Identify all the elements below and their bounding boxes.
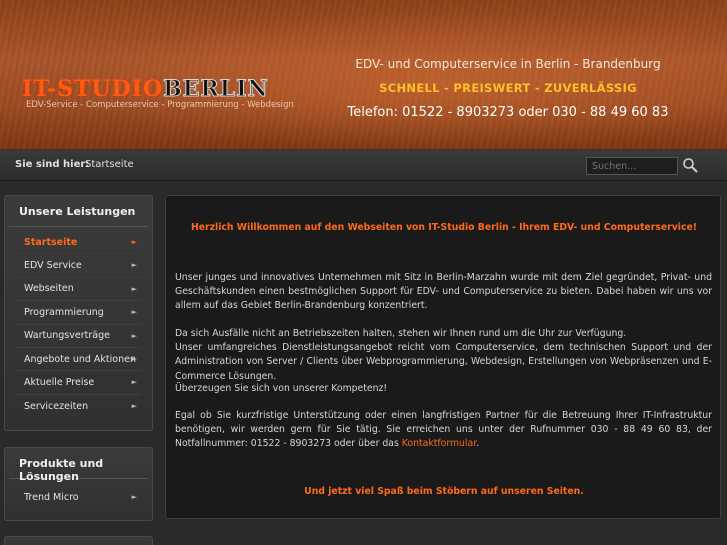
header-phone: Telefon: 01522 - 8903273 oder 030 - 88 4…	[347, 105, 669, 120]
intro-paragraph: Unser junges und innovatives Unternehmen…	[175, 272, 712, 312]
arrow-right-icon: ►	[131, 401, 137, 410]
site-logo[interactable]: IT-STUDIOBERLIN	[22, 76, 269, 103]
breadcrumb-label: Sie sind hier:	[15, 159, 90, 170]
menu-item-startseite[interactable]: Startseite ►	[16, 231, 141, 255]
logo-subtitle: EDV-Service - Computerservice - Programm…	[26, 100, 294, 110]
search-input[interactable]	[586, 157, 678, 175]
competence-paragraph: Überzeugen Sie sich von unserer Kompeten…	[175, 383, 388, 394]
menu-item-trend-micro[interactable]: Trend Micro ►	[16, 486, 141, 509]
menu-item-angebote[interactable]: Angebote und Aktionen ►	[16, 348, 141, 372]
contact-paragraph: Egal ob Sie kurzfristige Unterstützung o…	[175, 409, 712, 452]
menu-item-label: Startseite	[24, 236, 78, 248]
site-header: IT-STUDIOBERLIN EDV-Service - Computerse…	[0, 0, 727, 150]
menu-item-label: Programmierung	[24, 306, 104, 318]
logo-it-text: IT-STUDIO	[22, 76, 164, 102]
arrow-right-icon: ►	[131, 493, 137, 501]
services-paragraph: Da sich Ausfälle nicht an Betriebszeiten…	[175, 327, 712, 384]
menu-item-servicezeiten[interactable]: Servicezeiten ►	[16, 395, 141, 418]
closing-text: Und jetzt viel Spaß beim Stöbern auf uns…	[304, 486, 584, 497]
services-text: Unser umfangreiches Dienstleistungsangeb…	[175, 342, 712, 382]
arrow-right-icon: ►	[131, 354, 137, 363]
menu-item-webseiten[interactable]: Webseiten ►	[16, 278, 141, 302]
arrow-right-icon: ►	[131, 261, 137, 270]
sidebar-box-partial	[4, 536, 153, 545]
contact-form-link[interactable]: Kontaktformular	[402, 438, 476, 449]
arrow-right-icon: ►	[131, 284, 137, 293]
logo-berlin-text: BERLIN	[163, 76, 269, 103]
header-slogan: SCHNELL - PREISWERT - ZUVERLÄSSIG	[379, 81, 637, 95]
menu-item-wartungsvertraege[interactable]: Wartungsverträge ►	[16, 325, 141, 348]
menu-item-label: Angebote und Aktionen	[24, 353, 136, 365]
menu-item-label: Servicezeiten	[24, 400, 89, 412]
menu-item-label: Trend Micro	[24, 492, 79, 504]
breadcrumb-current[interactable]: Startseite	[85, 159, 134, 170]
contact-text-end: .	[476, 438, 480, 450]
services-menu: Unsere Leistungen Startseite ► EDV Servi…	[4, 195, 153, 431]
menu-item-label: Wartungsverträge	[24, 330, 110, 342]
welcome-heading: Herzlich Willkommen auf den Webseiten vo…	[190, 222, 698, 233]
availability-text: Da sich Ausfälle nicht an Betriebszeiten…	[175, 328, 627, 339]
arrow-right-icon: ►	[131, 378, 137, 387]
main-content: Herzlich Willkommen auf den Webseiten vo…	[165, 195, 721, 519]
products-menu: Produkte und Lösungen Trend Micro ►	[4, 447, 153, 521]
arrow-right-icon: ►	[131, 308, 137, 317]
header-tagline: EDV- und Computerservice in Berlin - Bra…	[355, 57, 661, 71]
menu-item-programmierung[interactable]: Programmierung ►	[16, 301, 141, 325]
services-menu-title: Unsere Leistungen	[9, 196, 148, 227]
menu-item-preise[interactable]: Aktuelle Preise ►	[16, 371, 141, 395]
menu-item-label: Aktuelle Preise	[24, 377, 95, 389]
menu-item-label: EDV Service	[24, 260, 82, 272]
arrow-right-icon: ►	[131, 331, 137, 340]
products-menu-title: Produkte und Lösungen	[9, 448, 148, 483]
menu-item-edv-service[interactable]: EDV Service ►	[16, 254, 141, 278]
search-icon[interactable]	[682, 157, 698, 173]
menu-item-label: Webseiten	[24, 283, 74, 295]
arrow-right-icon: ►	[131, 238, 137, 246]
